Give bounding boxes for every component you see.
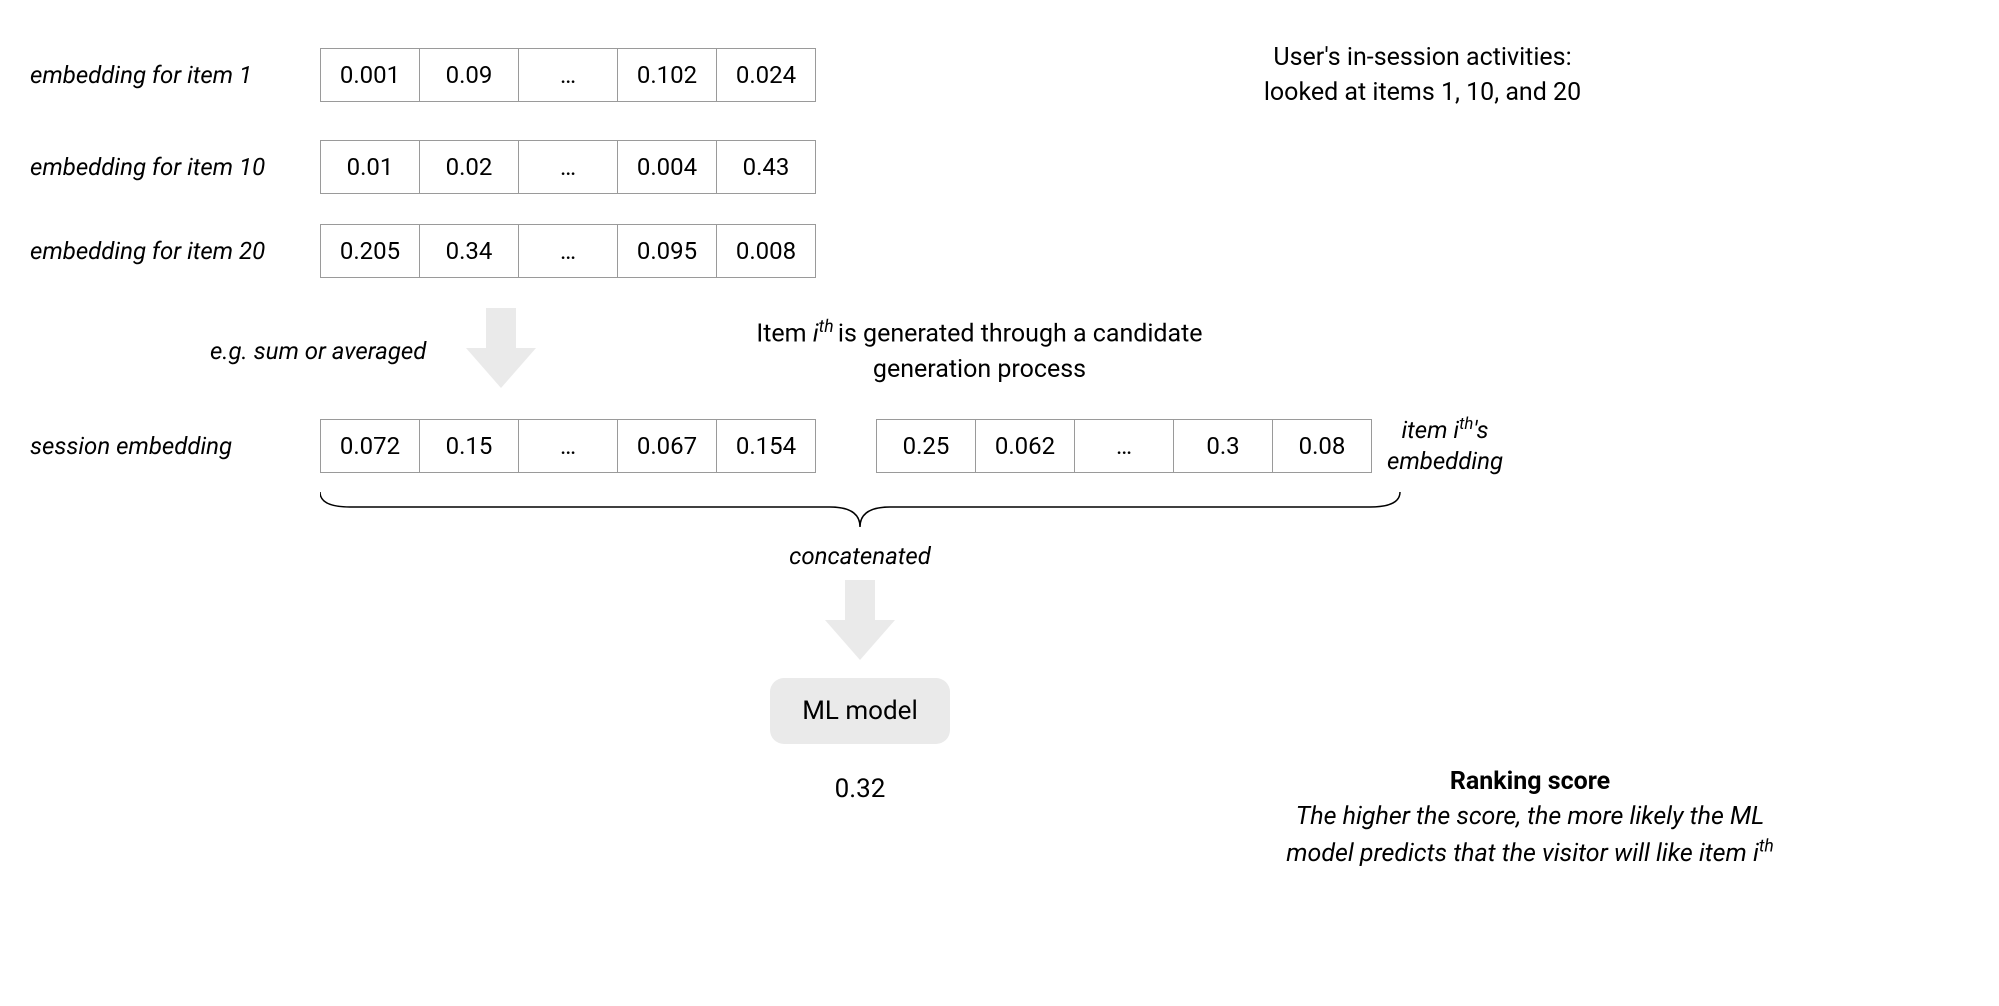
session-row: session embedding 0.072 0.15 … 0.067 0.1… bbox=[30, 414, 1969, 477]
vector-cell: 0.09 bbox=[419, 48, 519, 102]
vector-cell: 0.004 bbox=[617, 140, 717, 194]
vector-cell: 0.02 bbox=[419, 140, 519, 194]
concat-brace bbox=[30, 487, 1969, 537]
vector-cell: … bbox=[518, 224, 618, 278]
vector-cell: 0.34 bbox=[419, 224, 519, 278]
ml-flow: ML model bbox=[320, 580, 1400, 744]
aggregation-label: e.g. sum or averaged bbox=[210, 337, 426, 365]
vector-cell: 0.25 bbox=[876, 419, 976, 473]
vector-cell: 0.43 bbox=[716, 140, 816, 194]
vector-cell: … bbox=[1074, 419, 1174, 473]
score-value: 0.32 bbox=[835, 774, 886, 804]
ranking-score-description: Ranking score The higher the score, the … bbox=[1130, 764, 1930, 870]
candidate-gen-text: Item ith is generated through a candidat… bbox=[756, 315, 1202, 386]
vector-cell: 0.024 bbox=[716, 48, 816, 102]
vector-cell: 0.102 bbox=[617, 48, 717, 102]
vector-cell: 0.008 bbox=[716, 224, 816, 278]
concatenated-label: concatenated bbox=[320, 542, 1400, 570]
vector-cell: 0.154 bbox=[716, 419, 816, 473]
embedding-vector: 0.01 0.02 … 0.004 0.43 bbox=[320, 140, 816, 194]
embedding-vector: 0.205 0.34 … 0.095 0.008 bbox=[320, 224, 816, 278]
ml-model-box: ML model bbox=[770, 678, 950, 744]
embedding-label: embedding for item 1 bbox=[30, 61, 310, 89]
vector-cell: 0.095 bbox=[617, 224, 717, 278]
arrow-down-icon bbox=[466, 308, 536, 394]
vector-cell: 0.062 bbox=[975, 419, 1075, 473]
vector-cell: 0.205 bbox=[320, 224, 420, 278]
embedding-vector: 0.001 0.09 … 0.102 0.024 bbox=[320, 48, 816, 102]
arrow-down-icon bbox=[825, 580, 895, 666]
embedding-label: embedding for item 20 bbox=[30, 237, 310, 265]
vector-cell: 0.08 bbox=[1272, 419, 1372, 473]
session-embedding-label: session embedding bbox=[30, 432, 310, 460]
item-i-embedding-label: item ith's embedding bbox=[1387, 414, 1503, 477]
embedding-label: embedding for item 10 bbox=[30, 153, 310, 181]
ranking-score-title: Ranking score bbox=[1450, 767, 1610, 796]
item-i-embedding-vector: 0.25 0.062 … 0.3 0.08 bbox=[876, 419, 1372, 473]
embedding-row-item-10: embedding for item 10 0.01 0.02 … 0.004 … bbox=[30, 140, 1969, 194]
session-embedding-vector: 0.072 0.15 … 0.067 0.154 bbox=[320, 419, 816, 473]
vector-cell: … bbox=[518, 419, 618, 473]
activities-text: User's in-session activities: looked at … bbox=[876, 40, 1969, 110]
vector-cell: 0.15 bbox=[419, 419, 519, 473]
vector-cell: … bbox=[518, 140, 618, 194]
vector-cell: 0.072 bbox=[320, 419, 420, 473]
aggregation-annotation: e.g. sum or averaged Item ith is generat… bbox=[30, 308, 1969, 394]
vector-cell: 0.001 bbox=[320, 48, 420, 102]
embedding-row-item-1: embedding for item 1 0.001 0.09 … 0.102 … bbox=[30, 40, 1969, 110]
embedding-row-item-20: embedding for item 20 0.205 0.34 … 0.095… bbox=[30, 224, 1969, 278]
vector-cell: 0.3 bbox=[1173, 419, 1273, 473]
vector-cell: 0.01 bbox=[320, 140, 420, 194]
vector-cell: 0.067 bbox=[617, 419, 717, 473]
vector-cell: … bbox=[518, 48, 618, 102]
